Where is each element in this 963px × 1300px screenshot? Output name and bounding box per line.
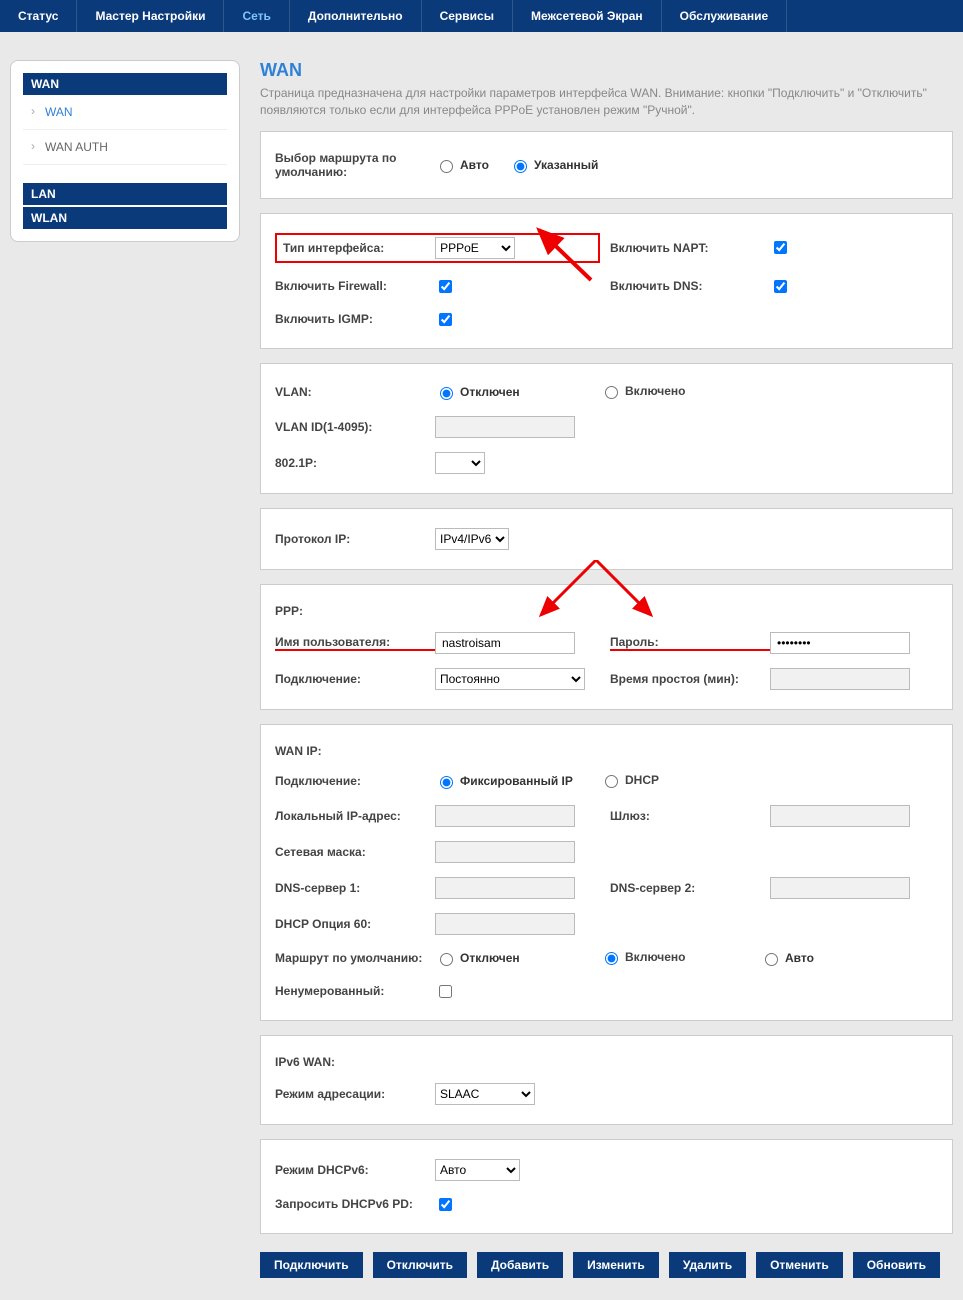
route-auto-radio[interactable]: Авто bbox=[435, 157, 489, 173]
ppp-label: PPP: bbox=[275, 604, 435, 618]
password-input[interactable] bbox=[770, 632, 910, 654]
dns1-label: DNS-сервер 1: bbox=[275, 881, 435, 895]
nav-firewall[interactable]: Межсетевой Экран bbox=[513, 0, 662, 32]
panel-dhcpv6: Режим DHCPv6: Авто Запросить DHCPv6 PD: bbox=[260, 1139, 953, 1234]
nav-wizard[interactable]: Мастер Настройки bbox=[77, 0, 224, 32]
refresh-button[interactable]: Обновить bbox=[853, 1252, 940, 1278]
page-description: Страница предназначена для настройки пар… bbox=[260, 85, 953, 119]
dhcpv6-pd-label: Запросить DHCPv6 PD: bbox=[275, 1197, 435, 1211]
dhcp60-label: DHCP Опция 60: bbox=[275, 917, 435, 931]
main-content: WAN Страница предназначена для настройки… bbox=[260, 60, 953, 1290]
localip-input[interactable] bbox=[435, 805, 575, 827]
unnumbered-checkbox[interactable] bbox=[439, 985, 452, 998]
p8021-label: 802.1P: bbox=[275, 456, 435, 470]
vlan-label: VLAN: bbox=[275, 385, 435, 399]
username-label: Имя пользователя: bbox=[275, 635, 435, 651]
default-route-label: Выбор маршрута по умолчанию: bbox=[275, 151, 435, 179]
disconnect-button[interactable]: Отключить bbox=[373, 1252, 467, 1278]
dhcpv6-pd-checkbox[interactable] bbox=[439, 1198, 452, 1211]
unnumbered-label: Ненумерованный: bbox=[275, 984, 435, 998]
netmask-label: Сетевая маска: bbox=[275, 845, 435, 859]
cancel-button[interactable]: Отменить bbox=[756, 1252, 843, 1278]
netmask-input[interactable] bbox=[435, 841, 575, 863]
connection-select[interactable]: Постоянно bbox=[435, 668, 585, 690]
panel-ipv6wan: IPv6 WAN: Режим адресации: SLAAC bbox=[260, 1035, 953, 1125]
panel-ip-protocol: Протокол IP: IPv4/IPv6 bbox=[260, 508, 953, 570]
defroute-off-radio[interactable]: Отключен bbox=[435, 950, 520, 966]
dhcpv6-mode-label: Режим DHCPv6: bbox=[275, 1163, 435, 1177]
nav-services[interactable]: Сервисы bbox=[422, 0, 513, 32]
wanip-header: WAN IP: bbox=[275, 744, 435, 758]
proto-select[interactable]: IPv4/IPv6 bbox=[435, 528, 509, 550]
connection-label: Подключение: bbox=[275, 672, 435, 686]
ipv6-mode-label: Режим адресации: bbox=[275, 1087, 435, 1101]
username-input[interactable] bbox=[435, 632, 575, 654]
p8021-select[interactable] bbox=[435, 452, 485, 474]
page-title: WAN bbox=[260, 60, 953, 81]
sidebar: WAN WAN WAN AUTH LAN WLAN bbox=[10, 60, 240, 1290]
vlanid-label: VLAN ID(1-4095): bbox=[275, 420, 435, 434]
panel-interface: Тип интерфейса: PPPoE Включить NAPT: Вкл… bbox=[260, 213, 953, 349]
sidebar-section-lan[interactable]: LAN bbox=[23, 183, 227, 205]
igmp-checkbox[interactable] bbox=[439, 313, 452, 326]
defroute-label: Маршрут по умолчанию: bbox=[275, 951, 435, 965]
panel-vlan: VLAN: Отключен Включено VLAN ID(1-4095):… bbox=[260, 363, 953, 494]
dns1-input[interactable] bbox=[435, 877, 575, 899]
gateway-label: Шлюз: bbox=[610, 809, 770, 823]
nav-network[interactable]: Сеть bbox=[224, 0, 289, 32]
panel-ppp: PPP: Имя пользователя: Пароль: Подключен… bbox=[260, 584, 953, 710]
dns-checkbox[interactable] bbox=[774, 280, 787, 293]
dns2-label: DNS-сервер 2: bbox=[610, 881, 770, 895]
idle-label: Время простоя (мин): bbox=[610, 672, 770, 686]
top-nav: Статус Мастер Настройки Сеть Дополнитель… bbox=[0, 0, 963, 32]
ipv6-mode-select[interactable]: SLAAC bbox=[435, 1083, 535, 1105]
iface-type-select[interactable]: PPPoE bbox=[435, 237, 515, 259]
dns2-input[interactable] bbox=[770, 877, 910, 899]
vlan-off-radio[interactable]: Отключен bbox=[435, 384, 520, 400]
firewall-checkbox[interactable] bbox=[439, 280, 452, 293]
localip-label: Локальный IP-адрес: bbox=[275, 809, 435, 823]
igmp-label: Включить IGMP: bbox=[275, 312, 435, 326]
panel-default-route: Выбор маршрута по умолчанию: Авто Указан… bbox=[260, 131, 953, 199]
proto-label: Протокол IP: bbox=[275, 532, 435, 546]
vlanid-input[interactable] bbox=[435, 416, 575, 438]
action-buttons: Подключить Отключить Добавить Изменить У… bbox=[260, 1248, 953, 1290]
vlan-on-radio[interactable]: Включено bbox=[600, 383, 685, 399]
wanip-fixed-radio[interactable]: Фиксированный IP bbox=[435, 773, 573, 789]
gateway-input[interactable] bbox=[770, 805, 910, 827]
password-label: Пароль: bbox=[610, 635, 770, 651]
ipv6wan-header: IPv6 WAN: bbox=[275, 1055, 435, 1069]
sidebar-section-wlan[interactable]: WLAN bbox=[23, 207, 227, 229]
dhcpv6-mode-select[interactable]: Авто bbox=[435, 1159, 520, 1181]
napt-checkbox[interactable] bbox=[774, 241, 787, 254]
add-button[interactable]: Добавить bbox=[477, 1252, 563, 1278]
wanip-conn-label: Подключение: bbox=[275, 774, 435, 788]
napt-label: Включить NAPT: bbox=[610, 241, 770, 255]
route-specified-radio[interactable]: Указанный bbox=[509, 157, 598, 173]
nav-status[interactable]: Статус bbox=[0, 0, 77, 32]
nav-maintenance[interactable]: Обслуживание bbox=[662, 0, 788, 32]
firewall-label: Включить Firewall: bbox=[275, 279, 435, 293]
dns-label: Включить DNS: bbox=[610, 279, 770, 293]
dhcp60-input[interactable] bbox=[435, 913, 575, 935]
sidebar-item-wan-auth[interactable]: WAN AUTH bbox=[23, 130, 227, 165]
panel-wanip: WAN IP: Подключение: Фиксированный IP DH… bbox=[260, 724, 953, 1021]
defroute-auto-radio[interactable]: Авто bbox=[760, 950, 814, 966]
iface-type-label: Тип интерфейса: bbox=[283, 241, 435, 255]
nav-advanced[interactable]: Дополнительно bbox=[290, 0, 422, 32]
delete-button[interactable]: Удалить bbox=[669, 1252, 746, 1278]
sidebar-section-wan[interactable]: WAN bbox=[23, 73, 227, 95]
connect-button[interactable]: Подключить bbox=[260, 1252, 363, 1278]
edit-button[interactable]: Изменить bbox=[573, 1252, 659, 1278]
wanip-dhcp-radio[interactable]: DHCP bbox=[600, 772, 659, 788]
defroute-on-radio[interactable]: Включено bbox=[600, 949, 685, 965]
idle-input[interactable] bbox=[770, 668, 910, 690]
sidebar-item-wan[interactable]: WAN bbox=[23, 95, 227, 130]
